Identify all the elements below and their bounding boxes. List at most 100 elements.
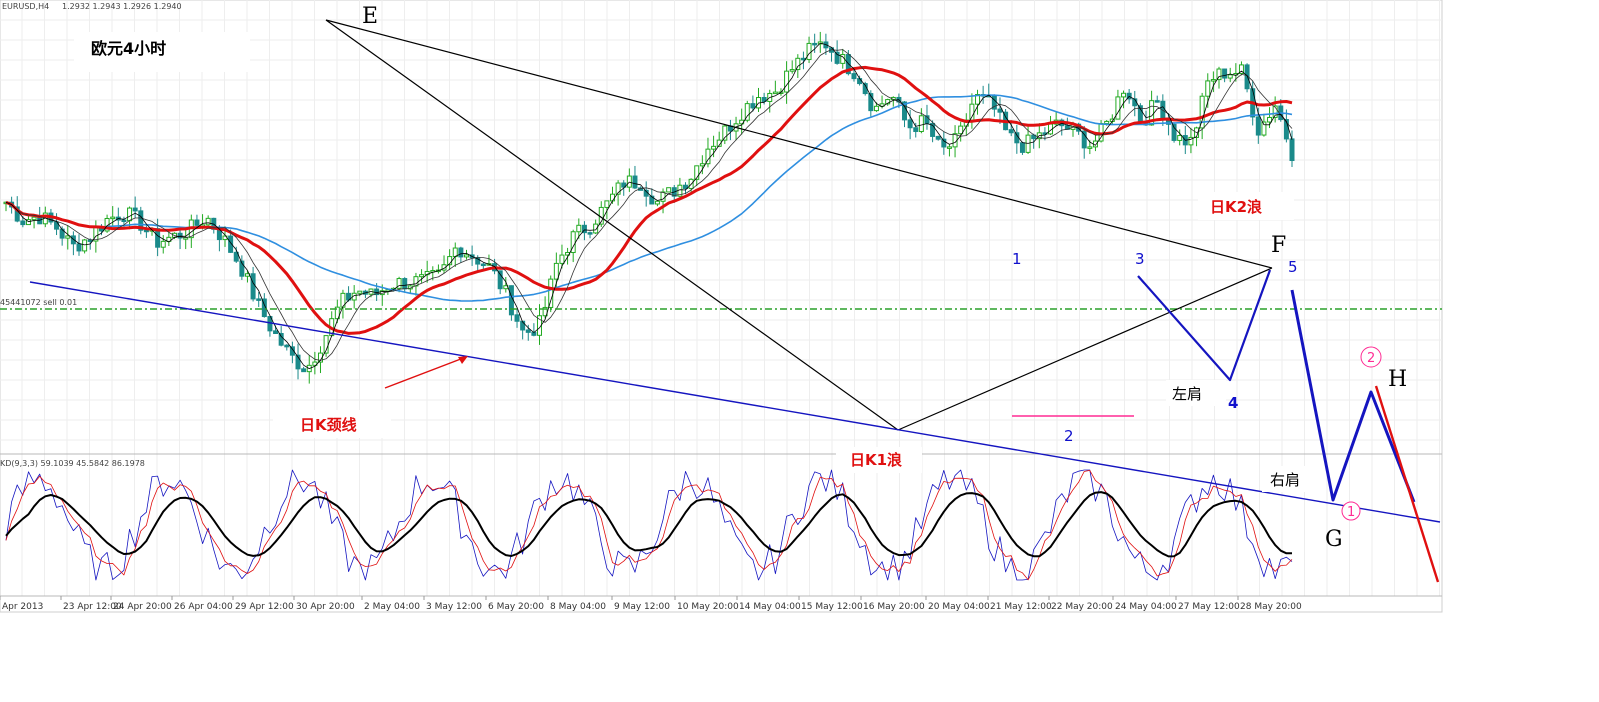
time-tick-label: 24 Apr 20:00 (113, 602, 172, 612)
candle-body (525, 329, 531, 333)
candle-body (402, 278, 408, 290)
candle-body (711, 145, 717, 150)
candle-body (784, 70, 790, 93)
point-g-label: G (1325, 527, 1343, 552)
candle-body (121, 219, 127, 223)
candle-body (918, 115, 924, 132)
candle-body (1227, 74, 1233, 79)
candle-body (857, 78, 863, 85)
circle-1-label: 1 (1347, 505, 1355, 520)
time-tick-label: 28 May 20:00 (1240, 602, 1302, 612)
candle-body (463, 254, 469, 258)
time-tick-label: 14 May 04:00 (739, 602, 801, 612)
candle-body (683, 184, 689, 189)
candle-body (626, 175, 632, 188)
neckline-label: 日K颈线 (300, 416, 357, 434)
candle-body (1154, 100, 1160, 103)
candle-body (1199, 95, 1205, 129)
symbol-header: EURUSD,H4 (2, 2, 49, 11)
candle-body (1087, 146, 1093, 149)
candle-body (110, 216, 116, 220)
candle-body (497, 270, 503, 290)
candle-body (480, 263, 486, 267)
time-tick-label: 24 May 04:00 (1115, 602, 1177, 612)
candle-body (851, 73, 857, 80)
candle-body (256, 298, 262, 301)
ohlc-header: 1.2932 1.2943 1.2926 1.2940 (62, 2, 182, 11)
candle-body (419, 274, 425, 278)
candle-body (946, 146, 952, 149)
candle-body (1210, 79, 1216, 82)
candle-body (913, 127, 919, 132)
daily-k1-wave-label: 日K1浪 (850, 451, 902, 469)
time-tick-label: 30 Apr 20:00 (296, 602, 355, 612)
candle-body (452, 247, 458, 258)
candle-body (958, 125, 964, 135)
candle-body (1205, 80, 1211, 97)
candle-body (907, 119, 913, 129)
candle-body (1104, 120, 1110, 125)
time-tick-label: 29 Apr 12:00 (235, 602, 294, 612)
order-level-label: 45441072 sell 0.01 (0, 298, 77, 307)
candle-body (194, 219, 200, 226)
candle-body (1098, 123, 1104, 142)
left-shoulder-label: 左肩 (1172, 385, 1202, 403)
point-f-label: F (1271, 233, 1286, 258)
point-e-label: E (362, 4, 378, 29)
time-tick-label: Apr 2013 (2, 602, 43, 612)
time-tick-label: 20 May 04:00 (928, 602, 990, 612)
candle-body (1092, 140, 1098, 148)
time-tick-label: 15 May 12:00 (801, 602, 863, 612)
candle-body (278, 333, 284, 346)
candle-body (666, 187, 672, 193)
candle-body (632, 175, 638, 189)
candle-body (553, 262, 559, 280)
forex-chart: Apr 2013 23 Apr 12:0024 Apr 20:00 26 Apr 0… (0, 0, 1443, 613)
time-tick-label: 8 May 04:00 (550, 602, 606, 612)
candle-body (82, 239, 88, 252)
candle-body (205, 217, 211, 226)
wave-4-label: 4 (1228, 394, 1238, 412)
time-tick-label: 10 May 20:00 (677, 602, 739, 612)
candle-body (132, 207, 138, 212)
circle-2-label: 2 (1367, 351, 1375, 366)
candle-body (413, 276, 419, 287)
time-tick-label: 6 May 20:00 (488, 602, 544, 612)
candle-body (1255, 116, 1261, 136)
time-tick-label: 22 May 20:00 (1051, 602, 1113, 612)
time-tick-label: 3 May 12:00 (426, 602, 482, 612)
candle-body (143, 229, 149, 233)
candle-body (357, 290, 363, 294)
candle-body (1115, 96, 1121, 120)
chart-title: 欧元4小时 (91, 39, 166, 58)
wave-5-label: 5 (1288, 258, 1298, 276)
candle-body (750, 103, 756, 109)
time-tick-label: 21 May 12:00 (990, 602, 1052, 612)
time-tick-label: 27 May 12:00 (1178, 602, 1240, 612)
candle-body (514, 314, 520, 322)
candle-body (76, 243, 82, 252)
candle-body (273, 330, 279, 335)
candle-body (31, 216, 37, 221)
right-shoulder-label: 右肩 (1270, 471, 1300, 489)
chart-frame (0, 0, 1443, 613)
candle-body (609, 193, 615, 202)
candle-body (1008, 129, 1014, 134)
candle-body (772, 91, 778, 95)
candle-body (301, 368, 307, 373)
candle-body (806, 42, 812, 60)
candle-body (20, 220, 26, 226)
candle-body (559, 254, 565, 264)
candle-body (795, 57, 801, 71)
candle-body (65, 235, 71, 239)
candle-body (127, 207, 133, 222)
candle-body (587, 232, 593, 235)
candle-body (284, 344, 290, 348)
daily-k2-wave-label: 日K2浪 (1210, 198, 1262, 216)
point-h-label: H (1388, 367, 1407, 392)
time-tick-label: 26 Apr 04:00 (174, 602, 233, 612)
candle-body (1121, 92, 1127, 98)
candle-body (1177, 135, 1183, 141)
indicator-header: KD(9,3,3) 59.1039 45.5842 86.1978 (0, 459, 145, 468)
candle-body (508, 285, 514, 316)
